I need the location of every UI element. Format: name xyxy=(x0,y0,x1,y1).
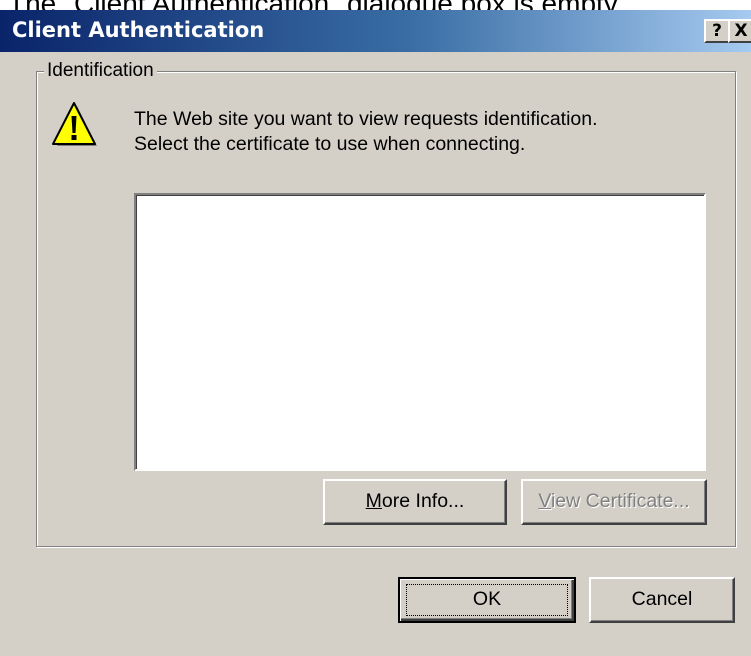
warning-icon xyxy=(52,102,97,146)
title-bar[interactable]: Client Authentication xyxy=(0,10,751,52)
more-info-button[interactable]: More Info... xyxy=(323,479,507,525)
view-certificate-button[interactable]: View Certificate... xyxy=(521,479,707,525)
view-certificate-mnemonic: V xyxy=(538,490,551,512)
close-button[interactable]: X xyxy=(728,19,751,43)
certificate-list[interactable] xyxy=(134,193,706,471)
cancel-button[interactable]: Cancel xyxy=(589,577,735,623)
message-line-2: Select the certificate to use when conne… xyxy=(134,133,526,155)
ok-button[interactable]: OK xyxy=(398,577,576,623)
message-line-1: The Web site you want to view requests i… xyxy=(134,108,598,130)
dialog-title: Client Authentication xyxy=(12,18,265,42)
focus-rectangle xyxy=(406,584,568,616)
more-info-mnemonic: M xyxy=(365,490,382,512)
more-info-label: ore Info... xyxy=(381,490,465,512)
identification-group-label: Identification xyxy=(44,60,157,82)
identification-message: The Web site you want to view requests i… xyxy=(134,107,598,157)
view-certificate-label: iew Certificate... xyxy=(550,490,690,512)
help-button[interactable]: ? xyxy=(704,19,730,43)
